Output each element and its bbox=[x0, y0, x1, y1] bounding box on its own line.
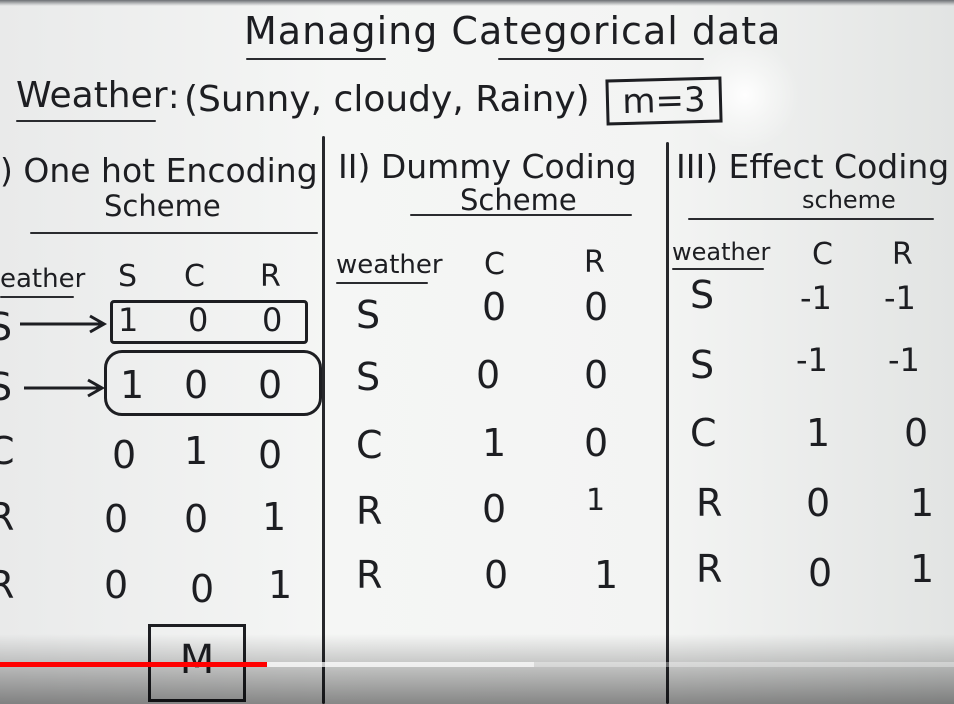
one-hot-col-weather-underline bbox=[0, 296, 74, 298]
one-hot-col-c: C bbox=[184, 259, 205, 294]
dummy-row3-label: C bbox=[356, 423, 383, 467]
weather-values: (Sunny, cloudy, Rainy) bbox=[184, 79, 590, 120]
dummy-col-r: R bbox=[584, 245, 605, 280]
effect-row1-label: S bbox=[690, 273, 715, 317]
weather-label: Weather bbox=[16, 75, 168, 116]
effect-subheading: scheme bbox=[802, 186, 896, 214]
m-count-box: m=3 bbox=[605, 76, 723, 126]
dummy-row4-label: R bbox=[356, 489, 383, 533]
one-hot-row5-r: 1 bbox=[268, 563, 293, 607]
effect-row4-label: R bbox=[696, 481, 723, 525]
one-hot-row4-label: R bbox=[0, 495, 15, 539]
video-progress-bar[interactable] bbox=[0, 662, 954, 667]
player-bottom-shade bbox=[0, 634, 954, 704]
dummy-row3-c: 1 bbox=[482, 421, 507, 465]
one-hot-underline bbox=[30, 232, 318, 234]
arrow-row1-icon bbox=[20, 314, 108, 334]
weather-colon: : bbox=[168, 77, 180, 117]
one-hot-col-r: R bbox=[260, 259, 281, 294]
one-hot-col-s: S bbox=[118, 259, 138, 294]
one-hot-row2-box bbox=[104, 350, 322, 416]
one-hot-row3-r: 0 bbox=[258, 433, 283, 477]
one-hot-row3-s: 0 bbox=[112, 433, 137, 477]
effect-row3-r: 0 bbox=[904, 411, 929, 455]
one-hot-subheading: Scheme bbox=[104, 189, 221, 223]
one-hot-row3-label: C bbox=[0, 429, 15, 473]
dummy-row2-r: 0 bbox=[584, 353, 609, 397]
one-hot-row4-c: 0 bbox=[184, 497, 209, 541]
one-hot-heading: ) One hot Encoding bbox=[0, 151, 318, 190]
dummy-row1-label: S bbox=[356, 293, 381, 337]
dummy-row1-c: 0 bbox=[482, 285, 507, 329]
effect-col-c: C bbox=[812, 237, 833, 272]
dummy-row4-r: 1 bbox=[586, 483, 606, 518]
one-hot-row5-s: 0 bbox=[104, 563, 129, 607]
dummy-subheading: Scheme bbox=[460, 183, 577, 217]
one-hot-row3-c: 1 bbox=[184, 429, 209, 473]
dummy-row5-r: 1 bbox=[594, 553, 619, 597]
effect-col-r: R bbox=[892, 237, 913, 272]
effect-row4-r: 1 bbox=[910, 481, 935, 525]
video-frame[interactable]: Managing Categorical data Weather : (Sun… bbox=[0, 0, 954, 704]
board-top-edge bbox=[0, 0, 954, 6]
dummy-row4-c: 0 bbox=[482, 487, 507, 531]
dummy-col-weather: weather bbox=[336, 250, 443, 280]
dummy-row1-r: 0 bbox=[584, 285, 609, 329]
effect-row1-r: -1 bbox=[884, 279, 916, 317]
effect-heading: III) Effect Coding bbox=[676, 147, 950, 186]
effect-row2-label: S bbox=[690, 343, 715, 387]
one-hot-row5-c: 0 bbox=[190, 567, 215, 611]
effect-row3-label: C bbox=[690, 411, 717, 455]
one-hot-row1-label: S bbox=[0, 305, 13, 349]
title-underline-right bbox=[498, 58, 704, 60]
progress-played bbox=[0, 662, 268, 667]
effect-row5-label: R bbox=[696, 547, 723, 591]
effect-row2-c: -1 bbox=[796, 341, 828, 379]
dummy-row5-c: 0 bbox=[484, 553, 509, 597]
effect-row5-c: 0 bbox=[808, 551, 833, 595]
effect-row2-r: -1 bbox=[888, 341, 920, 379]
effect-underline bbox=[688, 218, 934, 220]
divider-right bbox=[666, 142, 669, 704]
dummy-heading: II) Dummy Coding bbox=[338, 147, 637, 186]
dummy-row3-r: 0 bbox=[584, 421, 609, 465]
effect-col-weather: weather bbox=[672, 238, 771, 266]
title-underline-left bbox=[246, 58, 386, 60]
one-hot-row2-label: S bbox=[0, 365, 13, 409]
dummy-underline bbox=[410, 214, 632, 216]
one-hot-row1-box bbox=[110, 300, 308, 344]
dummy-row2-label: S bbox=[356, 355, 381, 399]
weather-underline bbox=[16, 120, 156, 122]
one-hot-row4-r: 1 bbox=[262, 495, 287, 539]
dummy-row5-label: R bbox=[356, 553, 383, 597]
arrow-row2-icon bbox=[24, 378, 106, 398]
board-title: Managing Categorical data bbox=[244, 9, 782, 53]
dummy-col-weather-underline bbox=[336, 282, 428, 284]
effect-row3-c: 1 bbox=[806, 411, 831, 455]
effect-col-weather-underline bbox=[672, 268, 764, 270]
divider-left bbox=[322, 136, 325, 704]
effect-row5-r: 1 bbox=[910, 547, 935, 591]
dummy-row2-c: 0 bbox=[476, 353, 501, 397]
one-hot-row5-label: R bbox=[0, 563, 15, 607]
dummy-col-c: C bbox=[484, 247, 505, 282]
effect-row4-c: 0 bbox=[806, 481, 831, 525]
effect-row1-c: -1 bbox=[800, 279, 832, 317]
one-hot-row4-s: 0 bbox=[104, 497, 129, 541]
one-hot-col-weather: eather bbox=[0, 264, 86, 294]
